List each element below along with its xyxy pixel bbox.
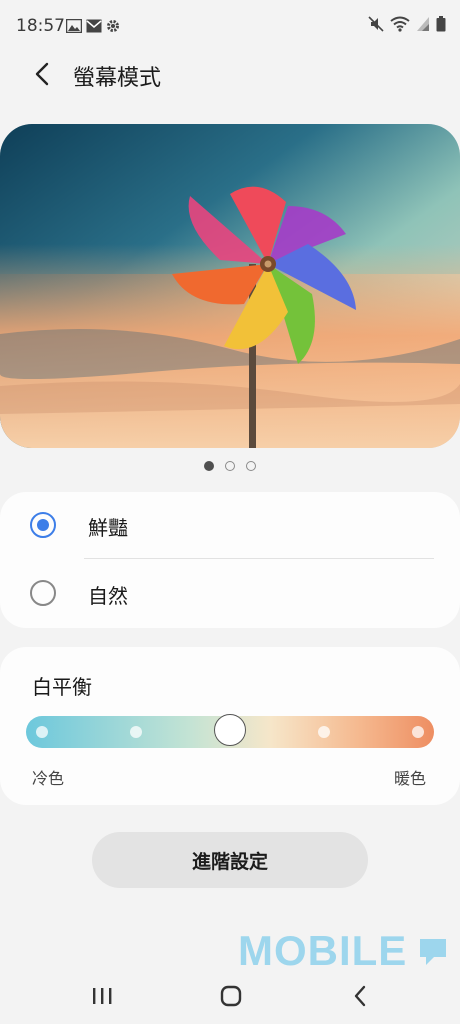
- image-icon: [65, 18, 83, 37]
- radio-button[interactable]: [30, 580, 56, 606]
- page-title: 螢幕模式: [73, 66, 162, 91]
- header: 螢幕模式: [0, 52, 460, 100]
- home-icon: [220, 985, 242, 1011]
- mode-label: 自然: [88, 584, 128, 608]
- pager-dot[interactable]: [246, 461, 256, 471]
- divider: [84, 558, 434, 559]
- preview-image[interactable]: [0, 124, 460, 448]
- slider-tick: [130, 726, 142, 738]
- warm-label: 暖色: [393, 769, 426, 788]
- white-balance-slider[interactable]: [26, 714, 434, 748]
- mute-icon: [368, 16, 384, 36]
- pager-dot[interactable]: [225, 461, 235, 471]
- signal-icon: [416, 16, 430, 36]
- screen-mode-card: 鮮豔 自然: [0, 492, 460, 628]
- nav-back-button[interactable]: [340, 978, 380, 1018]
- mode-label: 鮮豔: [88, 516, 128, 540]
- pinwheel-photo: [0, 124, 460, 448]
- pager-dot[interactable]: [204, 461, 214, 471]
- back-icon: [353, 985, 367, 1011]
- slider-thumb[interactable]: [214, 714, 246, 746]
- back-button[interactable]: [24, 58, 60, 94]
- speech-bubble-icon: [420, 939, 446, 965]
- mail-icon: [86, 18, 102, 37]
- gear-icon: [106, 18, 120, 37]
- mode-option-vivid[interactable]: 鮮豔: [0, 492, 460, 560]
- slider-tick: [412, 726, 424, 738]
- status-bar: 18:57: [0, 0, 460, 52]
- navigation-bar: [0, 968, 460, 1024]
- home-button[interactable]: [211, 978, 251, 1018]
- battery-icon: [436, 16, 446, 36]
- preview-pager[interactable]: [0, 461, 460, 471]
- recents-button[interactable]: [82, 978, 122, 1018]
- mode-option-natural[interactable]: 自然: [0, 560, 460, 628]
- chevron-left-icon: [34, 62, 50, 90]
- advanced-settings-button[interactable]: 進階設定: [92, 832, 368, 888]
- status-time: 18:57: [16, 16, 65, 36]
- recents-icon: [91, 986, 113, 1010]
- slider-tick: [318, 726, 330, 738]
- cool-label: 冷色: [32, 769, 65, 788]
- white-balance-title: 白平衡: [32, 675, 92, 699]
- radio-button-selected[interactable]: [30, 512, 56, 538]
- slider-tick: [36, 726, 48, 738]
- wifi-icon: [390, 16, 410, 36]
